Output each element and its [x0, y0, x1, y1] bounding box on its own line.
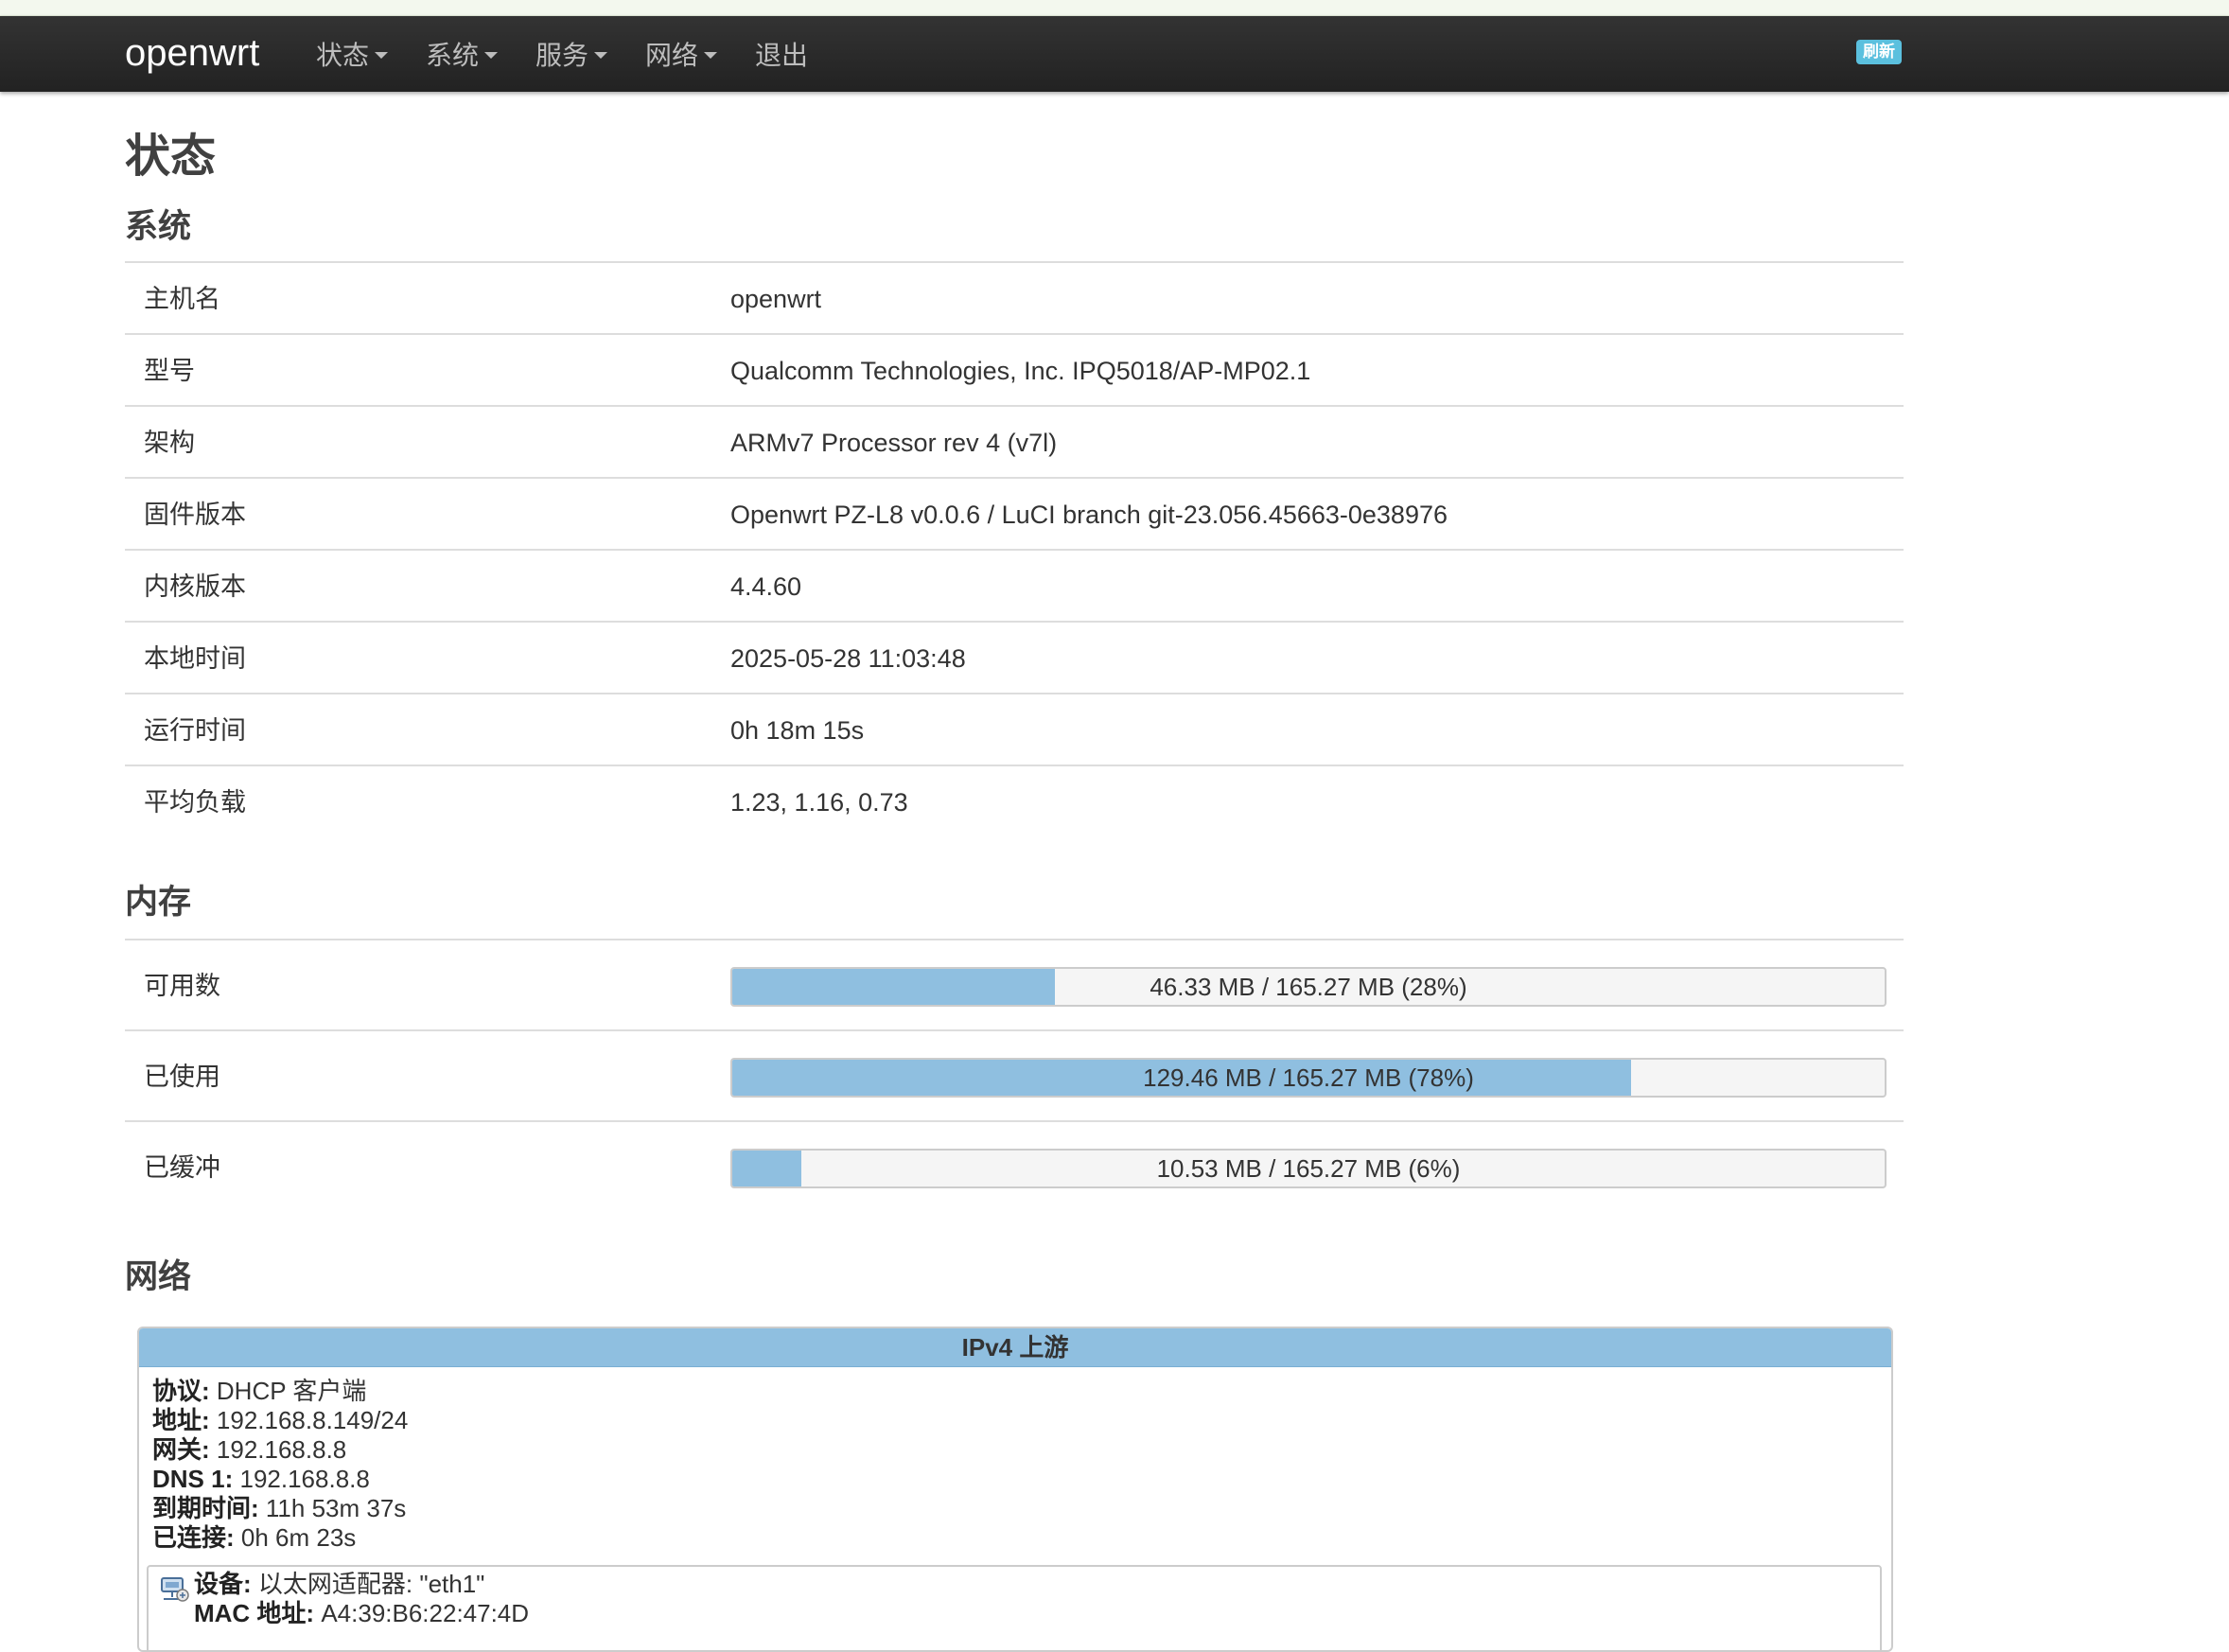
detail-line: 已连接: 0h 6m 23s [152, 1523, 408, 1553]
ethernet-adapter-icon [161, 1577, 189, 1602]
menu-services-label: 服务 [535, 41, 589, 70]
detail-key: 网关: [152, 1435, 210, 1464]
row-value: 1.23, 1.16, 0.73 [730, 788, 908, 817]
row-label: 已使用 [144, 1063, 220, 1091]
detail-value: 0h 6m 23s [240, 1523, 357, 1552]
device-details: 设备: 以太网适配器: "eth1" MAC 地址: A4:39:B6:22:4… [194, 1570, 529, 1628]
row-label: 架构 [144, 429, 195, 457]
detail-value: 以太网适配器: "eth1" [257, 1570, 485, 1598]
detail-key: 已连接: [152, 1523, 235, 1552]
detail-line: 设备: 以太网适配器: "eth1" [194, 1570, 529, 1599]
chevron-down-icon [704, 52, 718, 60]
row-label: 已缓冲 [144, 1153, 220, 1182]
row-label: 运行时间 [144, 716, 246, 745]
table-row: 已缓冲 10.53 MB / 165.27 MB (6%) [125, 1120, 1904, 1213]
ipv4-upstream-panel: IPv4 上游 协议: DHCP 客户端 地址: 192.168.8.149/2… [137, 1327, 1893, 1652]
detail-key: MAC 地址: [194, 1599, 315, 1627]
row-value: ARMv7 Processor rev 4 (v7l) [730, 429, 1058, 457]
detail-value: 11h 53m 37s [265, 1494, 407, 1522]
bar-text: 129.46 MB / 165.27 MB (78%) [1143, 1063, 1474, 1092]
detail-line: 地址: 192.168.8.149/24 [152, 1406, 408, 1435]
top-navbar: openwrt 状态 系统 服务 网络 退出 刷新 [0, 16, 2229, 92]
row-label: 固件版本 [144, 501, 246, 529]
row-value: openwrt [730, 285, 822, 313]
menu-system-label: 系统 [426, 41, 480, 70]
row-value: Qualcomm Technologies, Inc. IPQ5018/AP-M… [730, 357, 1311, 385]
table-row: 运行时间 0h 18m 15s [125, 693, 1904, 766]
table-row: 固件版本 Openwrt PZ-L8 v0.0.6 / LuCI branch … [125, 477, 1904, 551]
row-label: 主机名 [144, 285, 220, 313]
bar-text: 46.33 MB / 165.27 MB (28%) [1150, 973, 1467, 1001]
section-title-network: 网络 [125, 1258, 192, 1295]
section-title-system: 系统 [125, 208, 192, 245]
table-row: 型号 Qualcomm Technologies, Inc. IPQ5018/A… [125, 333, 1904, 407]
menu-logout[interactable]: 退出 [755, 37, 808, 75]
row-label: 本地时间 [144, 644, 246, 673]
menu-system[interactable]: 系统 [426, 37, 499, 75]
detail-value: 192.168.8.8 [239, 1465, 370, 1493]
page-title: 状态 [125, 132, 217, 182]
detail-key: 设备: [194, 1570, 252, 1598]
row-label: 型号 [144, 357, 195, 385]
ipv4-details: 协议: DHCP 客户端 地址: 192.168.8.149/24 网关: 19… [152, 1377, 408, 1553]
section-title-memory: 内存 [125, 884, 192, 921]
row-label: 可用数 [144, 972, 220, 1000]
table-row: 架构 ARMv7 Processor rev 4 (v7l) [125, 405, 1904, 479]
refresh-button[interactable]: 刷新 [1856, 40, 1902, 64]
chevron-down-icon [375, 52, 389, 60]
memory-used-bar: 129.46 MB / 165.27 MB (78%) [730, 1058, 1887, 1098]
table-row: 本地时间 2025-05-28 11:03:48 [125, 621, 1904, 694]
menu-services[interactable]: 服务 [535, 37, 608, 75]
detail-value: A4:39:B6:22:47:4D [321, 1599, 530, 1627]
browser-top-strip [0, 0, 2229, 16]
row-value: Openwrt PZ-L8 v0.0.6 / LuCI branch git-2… [730, 501, 1448, 529]
detail-value: DHCP 客户端 [216, 1377, 367, 1405]
row-label: 平均负载 [144, 788, 246, 817]
detail-key: 协议: [152, 1377, 210, 1405]
device-info-box: 设备: 以太网适配器: "eth1" MAC 地址: A4:39:B6:22:4… [147, 1565, 1882, 1650]
detail-line: DNS 1: 192.168.8.8 [152, 1465, 408, 1494]
table-row: 已使用 129.46 MB / 165.27 MB (78%) [125, 1029, 1904, 1122]
detail-line: 网关: 192.168.8.8 [152, 1435, 408, 1465]
table-row: 主机名 openwrt [125, 261, 1904, 335]
memory-available-bar: 46.33 MB / 165.27 MB (28%) [730, 967, 1887, 1007]
brand-link[interactable]: openwrt [125, 29, 259, 77]
chevron-down-icon [594, 52, 608, 60]
chevron-down-icon [484, 52, 499, 60]
table-row: 可用数 46.33 MB / 165.27 MB (28%) [125, 939, 1904, 1031]
detail-line: 到期时间: 11h 53m 37s [152, 1494, 408, 1523]
detail-line: MAC 地址: A4:39:B6:22:47:4D [194, 1599, 529, 1628]
menu-network-label: 网络 [645, 41, 699, 70]
ipv4-upstream-header: IPv4 上游 [139, 1328, 1891, 1367]
bar-text: 10.53 MB / 165.27 MB (6%) [1156, 1154, 1461, 1183]
row-value: 4.4.60 [730, 572, 802, 601]
detail-value: 192.168.8.8 [216, 1435, 347, 1464]
table-row: 平均负载 1.23, 1.16, 0.73 [125, 764, 1904, 838]
menu-network[interactable]: 网络 [645, 37, 718, 75]
menu-status[interactable]: 状态 [316, 37, 389, 75]
table-row: 内核版本 4.4.60 [125, 549, 1904, 623]
row-value: 0h 18m 15s [730, 716, 865, 745]
row-value: 2025-05-28 11:03:48 [730, 644, 966, 673]
detail-key: 到期时间: [152, 1494, 259, 1522]
row-label: 内核版本 [144, 572, 246, 601]
menu-status-label: 状态 [316, 41, 370, 70]
detail-key: DNS 1: [152, 1465, 234, 1493]
detail-key: 地址: [152, 1406, 210, 1434]
detail-line: 协议: DHCP 客户端 [152, 1377, 408, 1406]
detail-value: 192.168.8.149/24 [216, 1406, 409, 1434]
memory-buffered-bar: 10.53 MB / 165.27 MB (6%) [730, 1149, 1887, 1188]
